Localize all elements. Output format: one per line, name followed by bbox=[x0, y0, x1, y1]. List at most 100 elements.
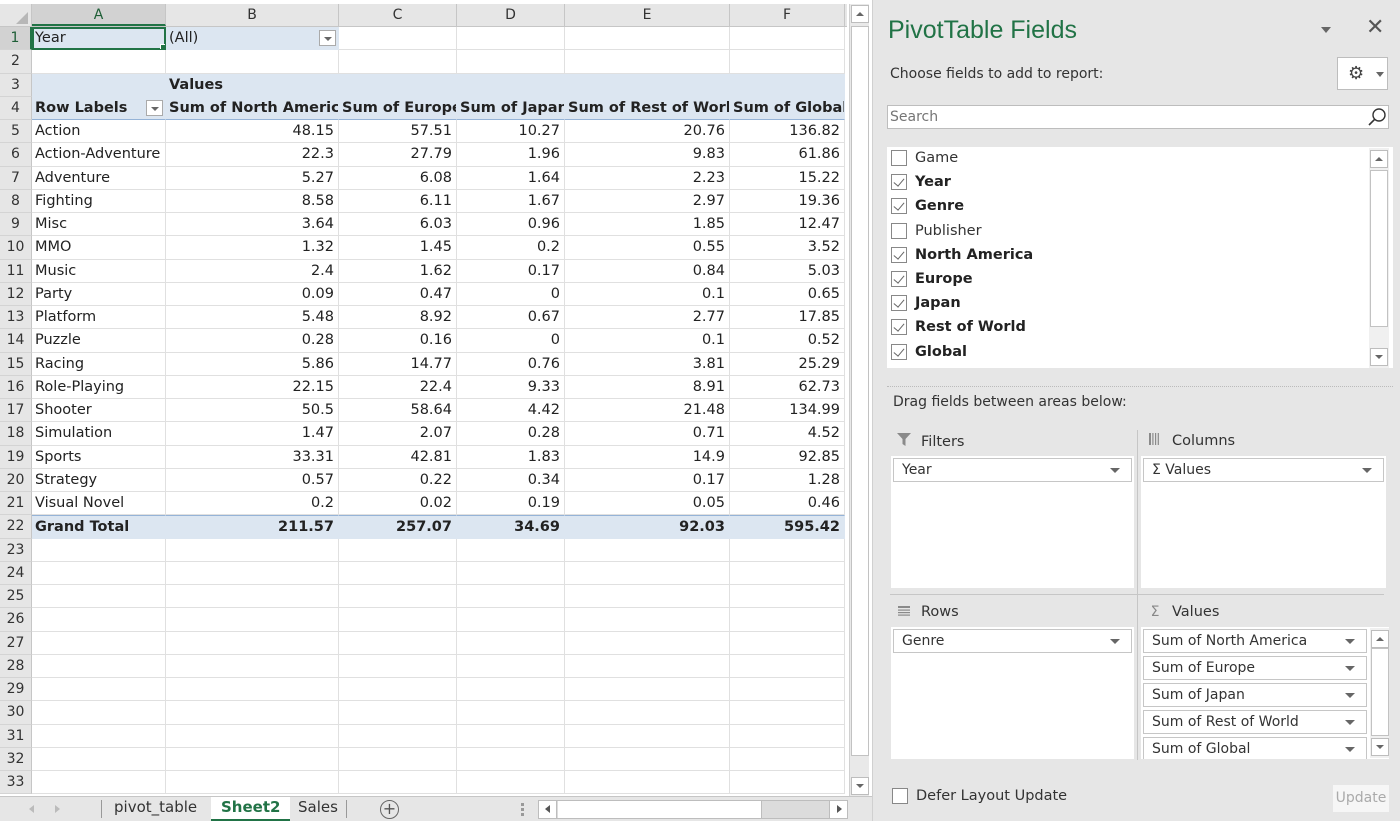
genre-label[interactable]: Fighting bbox=[32, 189, 166, 213]
cell[interactable] bbox=[565, 538, 730, 562]
row-labels-filter-button[interactable] bbox=[146, 99, 163, 116]
value-cell[interactable]: 27.79 bbox=[339, 143, 457, 167]
field-checkbox[interactable] bbox=[891, 295, 907, 312]
value-cell[interactable]: 0 bbox=[457, 329, 565, 353]
cell[interactable] bbox=[32, 747, 166, 771]
value-cell[interactable]: 6.08 bbox=[339, 166, 457, 190]
row-header[interactable]: 31 bbox=[0, 724, 32, 748]
value-cell[interactable]: 0.55 bbox=[565, 236, 730, 260]
field-checkbox[interactable] bbox=[891, 198, 907, 215]
values-item[interactable]: Sum of Global bbox=[1143, 737, 1367, 759]
cell[interactable] bbox=[457, 701, 565, 725]
grand-total-value[interactable]: 34.69 bbox=[457, 515, 565, 539]
pane-options-dropdown-icon[interactable] bbox=[1321, 27, 1331, 33]
value-cell[interactable]: 22.4 bbox=[339, 375, 457, 399]
value-cell[interactable]: 22.15 bbox=[166, 375, 339, 399]
field-item[interactable]: Year bbox=[891, 170, 951, 194]
value-cell[interactable]: 0.05 bbox=[565, 492, 730, 516]
chevron-down-icon[interactable] bbox=[1110, 468, 1120, 473]
cell[interactable] bbox=[339, 678, 457, 702]
cell[interactable] bbox=[730, 678, 845, 702]
value-cell[interactable]: 10.27 bbox=[457, 120, 565, 144]
cell[interactable] bbox=[32, 654, 166, 678]
cell[interactable] bbox=[166, 50, 339, 74]
cell[interactable] bbox=[730, 538, 845, 562]
row-header[interactable]: 28 bbox=[0, 654, 32, 678]
row-header[interactable]: 4 bbox=[0, 96, 32, 120]
row-header[interactable]: 27 bbox=[0, 631, 32, 655]
cell[interactable] bbox=[457, 631, 565, 655]
value-column-header[interactable]: Sum of Europe bbox=[339, 96, 457, 120]
value-cell[interactable]: 0.28 bbox=[166, 329, 339, 353]
cell[interactable] bbox=[166, 561, 339, 585]
cell[interactable] bbox=[32, 724, 166, 748]
cell[interactable] bbox=[339, 724, 457, 748]
value-cell[interactable]: 0.02 bbox=[339, 492, 457, 516]
value-cell[interactable]: 1.67 bbox=[457, 189, 565, 213]
row-header[interactable]: 23 bbox=[0, 538, 32, 562]
close-icon[interactable]: ✕ bbox=[1366, 16, 1384, 40]
cell[interactable] bbox=[565, 27, 730, 51]
cell[interactable] bbox=[32, 561, 166, 585]
value-cell[interactable]: 3.81 bbox=[565, 352, 730, 376]
field-checkbox[interactable] bbox=[891, 343, 907, 360]
cell[interactable] bbox=[166, 538, 339, 562]
value-cell[interactable]: 2.77 bbox=[565, 306, 730, 330]
cell[interactable] bbox=[166, 654, 339, 678]
value-column-header[interactable]: Sum of Rest of World bbox=[565, 96, 730, 120]
cell[interactable] bbox=[339, 585, 457, 609]
cell[interactable] bbox=[565, 701, 730, 725]
column-header-b[interactable]: B bbox=[166, 4, 339, 26]
chevron-down-icon[interactable] bbox=[1362, 468, 1372, 473]
value-cell[interactable]: 0.16 bbox=[339, 329, 457, 353]
value-cell[interactable]: 9.33 bbox=[457, 375, 565, 399]
row-header[interactable]: 1 bbox=[0, 27, 32, 51]
horizontal-scroll-thumb[interactable] bbox=[558, 801, 762, 818]
cell[interactable] bbox=[32, 678, 166, 702]
value-cell[interactable]: 2.4 bbox=[166, 259, 339, 283]
value-cell[interactable]: 6.11 bbox=[339, 189, 457, 213]
value-cell[interactable]: 62.73 bbox=[730, 375, 845, 399]
scroll-down-arrow-icon[interactable] bbox=[1370, 348, 1388, 366]
chevron-down-icon[interactable] bbox=[1345, 666, 1355, 671]
horizontal-scrollbar[interactable] bbox=[538, 800, 848, 819]
worksheet-grid[interactable]: A B C D E F 1 Year (All) 2 3 Values 4 Row Label… bbox=[0, 4, 847, 795]
value-cell[interactable]: 0.1 bbox=[565, 329, 730, 353]
values-item[interactable]: Sum of Rest of World bbox=[1143, 710, 1367, 734]
values-scroll-thumb[interactable] bbox=[1371, 648, 1389, 736]
cell[interactable] bbox=[730, 701, 845, 725]
row-header[interactable]: 33 bbox=[0, 771, 32, 795]
scroll-right-arrow-icon[interactable] bbox=[829, 801, 847, 818]
cell[interactable] bbox=[457, 724, 565, 748]
row-header[interactable]: 13 bbox=[0, 306, 32, 330]
value-cell[interactable]: 1.64 bbox=[457, 166, 565, 190]
scroll-left-arrow-icon[interactable] bbox=[539, 801, 557, 818]
row-header[interactable]: 7 bbox=[0, 166, 32, 190]
field-item[interactable]: Game bbox=[891, 146, 958, 170]
row-header[interactable]: 19 bbox=[0, 445, 32, 469]
value-cell[interactable]: 92.85 bbox=[730, 445, 845, 469]
row-header[interactable]: 25 bbox=[0, 585, 32, 609]
value-cell[interactable]: 0.28 bbox=[457, 422, 565, 446]
genre-label[interactable]: MMO bbox=[32, 236, 166, 260]
value-cell[interactable]: 0.2 bbox=[166, 492, 339, 516]
value-cell[interactable]: 22.3 bbox=[166, 143, 339, 167]
cell[interactable] bbox=[565, 585, 730, 609]
field-list-scrollbar[interactable] bbox=[1369, 148, 1389, 368]
value-cell[interactable]: 8.92 bbox=[339, 306, 457, 330]
cell[interactable] bbox=[166, 678, 339, 702]
value-cell[interactable]: 136.82 bbox=[730, 120, 845, 144]
value-cell[interactable]: 1.85 bbox=[565, 213, 730, 237]
row-header[interactable]: 22 bbox=[0, 515, 32, 539]
value-cell[interactable]: 5.48 bbox=[166, 306, 339, 330]
grand-total-value[interactable]: 211.57 bbox=[166, 515, 339, 539]
chevron-down-icon[interactable] bbox=[1345, 747, 1355, 752]
value-cell[interactable]: 33.31 bbox=[166, 445, 339, 469]
genre-label[interactable]: Platform bbox=[32, 306, 166, 330]
genre-label[interactable]: Music bbox=[32, 259, 166, 283]
row-header[interactable]: 5 bbox=[0, 120, 32, 144]
value-cell[interactable]: 58.64 bbox=[339, 399, 457, 423]
row-header[interactable]: 24 bbox=[0, 561, 32, 585]
field-item[interactable]: Genre bbox=[891, 194, 964, 218]
next-sheet-arrow-icon[interactable] bbox=[55, 805, 60, 813]
